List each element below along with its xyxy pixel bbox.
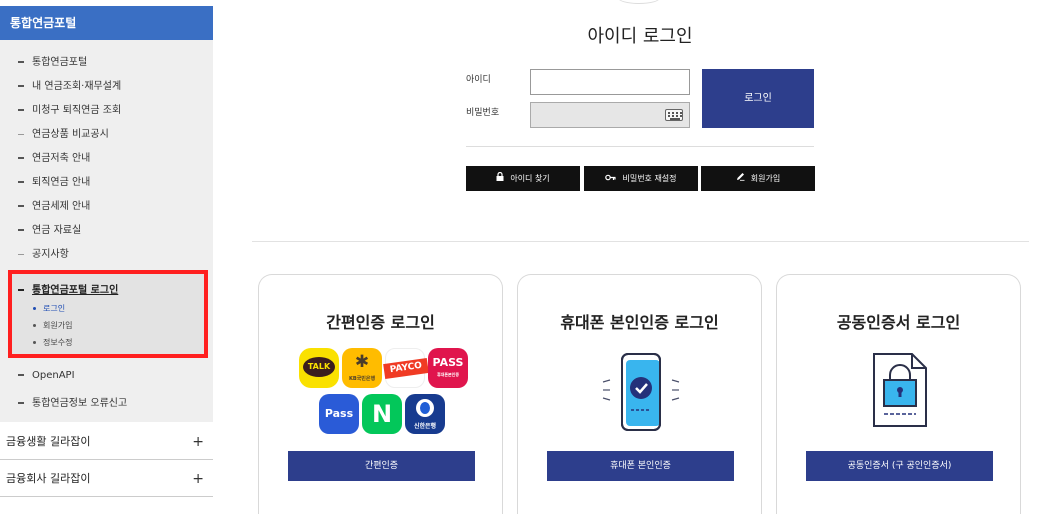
sidebar-item-tax-guide[interactable]: 연금세제 안내: [18, 197, 90, 212]
plus-icon: +: [192, 471, 204, 487]
sidebar-item-openapi[interactable]: OpenAPI: [18, 370, 75, 381]
card-certificate-auth: 공동인증서 로그인 공동인증서 (구 공인인증서): [776, 274, 1021, 514]
phone-check-icon: [600, 350, 682, 438]
top-decoration: [618, 0, 660, 4]
id-label: 아이디: [466, 75, 491, 85]
sidebar-item-login-section[interactable]: 통합연금포털 로그인: [18, 281, 118, 296]
guide-financial-company[interactable]: 금융회사 길라잡이 +: [0, 461, 213, 497]
sidebar-item-pension-portal[interactable]: 통합연금포털: [18, 53, 87, 68]
divider: [466, 146, 814, 147]
card-title: 공동인증서 로그인: [836, 313, 961, 332]
kakao-icon[interactable]: TALK: [299, 348, 339, 388]
pass-icon[interactable]: PASS 휴대폰본인증: [428, 348, 468, 388]
guide-label: 금융생활 길라잡이: [6, 435, 91, 448]
certificate-lock-icon: [870, 350, 930, 434]
sidebar-item-savings-guide[interactable]: 연금저축 안내: [18, 149, 90, 164]
page-title: 아이디 로그인: [587, 26, 693, 47]
guide-label: 금융회사 길라잡이: [6, 472, 91, 485]
sidebar-item-unclaimed[interactable]: 미청구 퇴직연금 조회: [18, 101, 121, 116]
simple-auth-button[interactable]: 간편인증: [288, 451, 475, 481]
lock-icon: [496, 166, 504, 191]
guide-financial-life[interactable]: 금융생활 길라잡이 +: [0, 424, 213, 460]
kb-bank-icon[interactable]: ✱ KB국민은행: [342, 348, 382, 388]
id-input[interactable]: [530, 69, 690, 95]
phone-auth-button[interactable]: 휴대폰 본인인증: [547, 451, 734, 481]
sidebar-item-notice[interactable]: 공지사항: [18, 245, 69, 260]
sidebar-item-product-compare[interactable]: 연금상품 비교공시: [18, 125, 109, 140]
password-label: 비밀번호: [466, 108, 500, 118]
shinhan-bank-icon[interactable]: 신한은행: [405, 394, 445, 434]
plus-icon: +: [192, 434, 204, 450]
sidebar-header[interactable]: 통합연금포털: [0, 6, 213, 40]
card-phone-auth: 휴대폰 본인인증 로그인 휴대폰 본인인증: [517, 274, 762, 514]
keyboard-icon[interactable]: [665, 109, 683, 121]
certificate-auth-button[interactable]: 공동인증서 (구 공인인증서): [806, 451, 993, 481]
card-simple-auth: 간편인증 로그인 TALK ✱ KB국민은행 PAYCO PASS 휴대폰본인증…: [258, 274, 503, 514]
pass-blue-icon[interactable]: Pass: [319, 394, 359, 434]
payco-icon[interactable]: PAYCO: [383, 348, 429, 388]
card-title: 간편인증 로그인: [326, 313, 435, 332]
naver-icon[interactable]: N: [362, 394, 402, 434]
sidebar-subitem-edit-info[interactable]: 정보수정: [33, 337, 72, 348]
login-button[interactable]: 로그인: [702, 69, 814, 128]
section-divider: [252, 241, 1029, 242]
sidebar-subitem-signup[interactable]: 회원가입: [33, 320, 72, 331]
sidebar: 통합연금포털 통합연금포털 내 연금조회·재무설계 미청구 퇴직연금 조회 연금…: [0, 0, 213, 514]
pencil-icon: [736, 166, 745, 191]
sidebar-item-my-pension[interactable]: 내 연금조회·재무설계: [18, 77, 121, 92]
key-icon: [605, 166, 617, 191]
card-title: 휴대폰 본인인증 로그인: [560, 313, 719, 332]
reset-password-button[interactable]: 비밀번호 재설정: [584, 166, 698, 191]
sidebar-subitem-login[interactable]: 로그인: [33, 303, 65, 314]
sidebar-item-error-report[interactable]: 통합연금정보 오류신고: [18, 394, 127, 409]
sidebar-item-retirement-guide[interactable]: 퇴직연금 안내: [18, 173, 90, 188]
signup-button[interactable]: 회원가입: [701, 166, 815, 191]
find-id-button[interactable]: 아이디 찾기: [466, 166, 580, 191]
sidebar-item-library[interactable]: 연금 자료실: [18, 221, 81, 236]
